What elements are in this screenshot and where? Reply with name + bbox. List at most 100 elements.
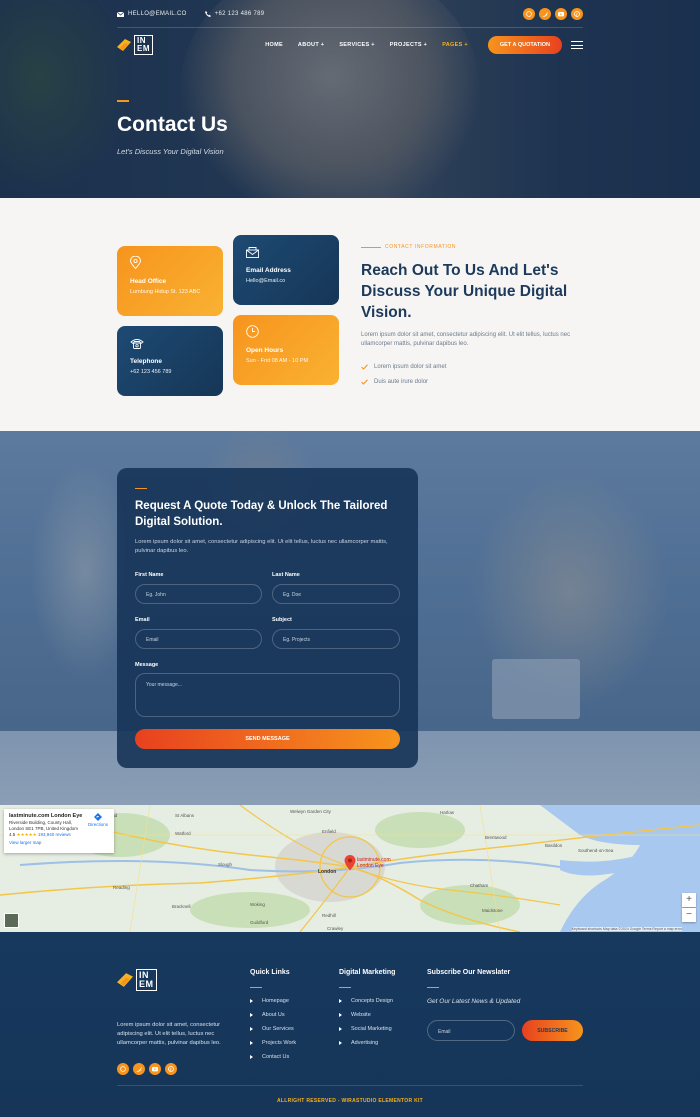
footer-link-social[interactable]: Social Marketing	[339, 1026, 392, 1032]
card-open-hours: Open Hours Sun - Frid 08 AM - 10 PM	[233, 315, 339, 385]
contact-eyebrow: CONTACT INFORMATION	[361, 244, 456, 250]
quick-links-heading: Quick Links	[250, 969, 290, 976]
map-town-label: London	[318, 869, 337, 875]
site-footer: IN EM Lorem ipsum dolor sit amet, consec…	[0, 932, 700, 1117]
page-title: Contact Us	[117, 113, 228, 136]
check-item: Lorem ipsum dolor sit amet	[361, 364, 446, 370]
topbar-email[interactable]: HELLO@EMAIL.CO	[117, 11, 187, 17]
location-map[interactable]: lastminute.com London Eye Hemel Hempstea…	[0, 805, 700, 932]
map-town-label: Chatham	[470, 883, 489, 888]
contact-heading: Reach Out To Us And Let's Discuss Your U…	[361, 262, 568, 321]
hero-section: HELLO@EMAIL.CO +62 123 486 789 IN EM HOM…	[0, 0, 700, 198]
footer-link-services[interactable]: Our Services	[250, 1026, 294, 1032]
subscribe-button[interactable]: SUBSCRIBE	[522, 1020, 583, 1041]
form-description: Lorem ipsum dolor sit amet, consectetur …	[135, 539, 388, 554]
map-town-label: Guildford	[250, 920, 269, 925]
brand-logo[interactable]: IN EM	[117, 35, 153, 55]
main-menu: HOME ABOUT + SERVICES + PROJECTS + PAGES…	[265, 42, 468, 48]
map-town-label: Brentwood	[485, 835, 507, 840]
checkmark-icon	[361, 364, 368, 370]
map-directions-button[interactable]: Directions	[88, 813, 108, 827]
nav-home[interactable]: HOME	[265, 42, 283, 48]
newsletter-email-input[interactable]: Email	[427, 1020, 515, 1041]
topbar-social	[523, 8, 583, 20]
pinterest-icon[interactable]	[571, 8, 583, 20]
first-name-input[interactable]: Eg. John	[135, 584, 262, 604]
card-email-address: Email Address Hello@Email.co	[233, 235, 339, 305]
dribbble-icon[interactable]	[117, 1063, 129, 1075]
footer-link-homepage[interactable]: Homepage	[250, 998, 289, 1004]
pinterest-icon[interactable]	[165, 1063, 177, 1075]
topbar: HELLO@EMAIL.CO +62 123 486 789	[117, 8, 583, 20]
message-textarea[interactable]: Your message...	[135, 673, 400, 717]
map-town-label: Bracknell	[172, 904, 191, 909]
first-name-label: First Name	[135, 572, 164, 578]
checkmark-icon	[361, 379, 368, 385]
logo-mark-icon	[117, 39, 131, 51]
email-input[interactable]: Email	[135, 629, 262, 649]
twitter-icon[interactable]	[539, 8, 551, 20]
map-zoom-in-button[interactable]: +	[682, 893, 696, 907]
map-town-label: Harlow	[440, 810, 455, 815]
map-town-label: Basildon	[545, 843, 563, 848]
directions-icon	[93, 813, 102, 821]
map-zoom-out-button[interactable]: −	[682, 908, 696, 922]
youtube-icon[interactable]	[149, 1063, 161, 1075]
map-pin-icon[interactable]	[344, 855, 356, 876]
nav-services[interactable]: SERVICES +	[339, 42, 374, 48]
check-item: Duis aute irure dolor	[361, 379, 428, 385]
map-town-label: Southend-on-Sea	[578, 848, 614, 853]
footer-link-contact[interactable]: Contact Us	[250, 1054, 289, 1060]
copyright-text: ALLRIGHT RESERVED - WIRASTUDIO ELEMENTOR…	[276, 1098, 424, 1104]
map-town-label: Reading	[113, 885, 130, 890]
logo-mark-icon	[117, 973, 133, 987]
footer-link-website[interactable]: Website	[339, 1012, 371, 1018]
subject-input[interactable]: Eg. Projects	[272, 629, 400, 649]
telephone-icon	[130, 339, 144, 349]
card-telephone: Telephone +62 123 456 789	[117, 326, 223, 396]
topbar-phone[interactable]: +62 123 486 789	[204, 11, 265, 17]
hamburger-menu-icon[interactable]	[571, 39, 583, 52]
newsletter-subtitle: Get Our Latest News & Updated	[427, 998, 521, 1005]
newsletter-heading: Subscribe Our Newslater	[427, 969, 511, 976]
map-town-label: Watford	[175, 831, 191, 836]
dribbble-icon[interactable]	[523, 8, 535, 20]
quote-form: Request A Quote Today & Unlock The Tailo…	[117, 468, 418, 768]
youtube-icon[interactable]	[555, 8, 567, 20]
get-quotation-button[interactable]: GET A QUOTATION	[487, 36, 562, 54]
contact-description: Lorem ipsum dolor sit amet, consectetur …	[361, 332, 571, 347]
footer-description: Lorem ipsum dolor sit amet, consectetur …	[117, 1022, 221, 1046]
card-head-office: Head Office Lumbung Hidup St. 123 ABC	[117, 246, 223, 316]
nav-about[interactable]: ABOUT +	[298, 42, 324, 48]
footer-link-advertising[interactable]: Advertising	[339, 1040, 378, 1046]
map-town-label: Woking	[250, 902, 265, 907]
map-town-label: Crawley	[327, 926, 344, 931]
map-town-label: St Albans	[175, 813, 195, 818]
nav-pages[interactable]: PAGES +	[442, 42, 468, 48]
subject-label: Subject	[272, 617, 292, 623]
map-reviews-link[interactable]: 193,940 reviews	[38, 832, 71, 837]
location-pin-icon	[130, 255, 141, 270]
map-town-label: Slough	[218, 862, 233, 867]
map-town-label: Enfield	[322, 829, 336, 834]
map-place-address: Riverside Building, County Hall, London …	[9, 820, 79, 831]
envelope-icon	[117, 11, 124, 17]
send-message-button[interactable]: SEND MESSAGE	[135, 729, 400, 749]
clock-icon	[246, 325, 259, 338]
nav-projects[interactable]: PROJECTS +	[390, 42, 427, 48]
digital-marketing-heading: Digital Marketing	[339, 969, 396, 976]
map-satellite-toggle[interactable]	[4, 913, 19, 928]
page-subtitle: Let's Discuss Your Digital Vision	[117, 147, 224, 156]
email-label: Email	[135, 617, 150, 623]
view-larger-map-link[interactable]: View larger map	[9, 840, 109, 845]
form-heading: Request A Quote Today & Unlock The Tailo…	[135, 500, 388, 528]
footer-link-projects[interactable]: Projects Work	[250, 1040, 296, 1046]
envelope-icon	[246, 247, 259, 258]
footer-link-concepts[interactable]: Concepts Design	[339, 998, 393, 1004]
footer-link-about[interactable]: About Us	[250, 1012, 285, 1018]
last-name-input[interactable]: Eg. Doe	[272, 584, 400, 604]
twitter-icon[interactable]	[133, 1063, 145, 1075]
message-label: Message	[135, 662, 159, 668]
map-info-card: lastminute.com London Eye Riverside Buil…	[4, 809, 114, 853]
footer-logo[interactable]: IN EM	[117, 969, 157, 991]
